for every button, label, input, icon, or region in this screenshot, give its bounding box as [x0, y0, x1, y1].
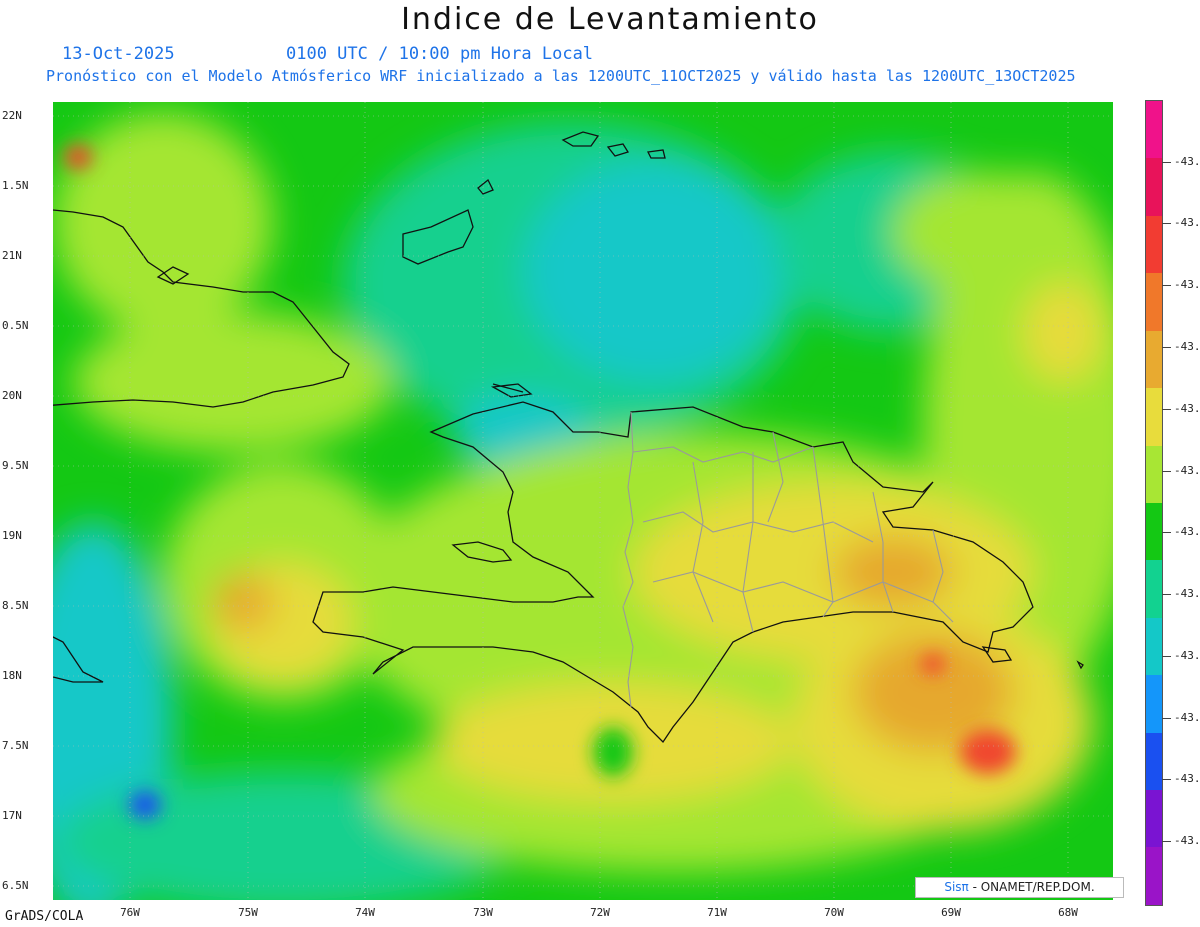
lat-label: 22N [2, 109, 22, 122]
lifted-index-map [53, 102, 1113, 900]
field-lime-cuba [73, 312, 393, 452]
colorbar-label: -43.5 [1174, 464, 1200, 477]
field-orange-sw [213, 574, 273, 630]
colorbar-segment [1146, 617, 1162, 676]
colorbar-tick [1162, 471, 1171, 472]
colorbar-segment [1146, 330, 1162, 389]
colorbar-tick [1162, 162, 1171, 163]
forecast-date: 13-Oct-2025 [62, 44, 175, 64]
lat-label: 19N [2, 529, 22, 542]
lon-label: 72W [590, 906, 610, 919]
field-cyan-north [523, 162, 783, 382]
lat-label: 0.5N [2, 319, 29, 332]
colorbar-label: -43.7 [1174, 772, 1200, 785]
lat-label: 18N [2, 669, 22, 682]
lat-label: 21N [2, 249, 22, 262]
sis-logo: Sisπ [944, 880, 969, 894]
lon-label: 70W [824, 906, 844, 919]
credit-text: - ONAMET/REP.DOM. [968, 880, 1095, 894]
colorbar-segment [1146, 101, 1162, 159]
colorbar-segment [1146, 675, 1162, 733]
colorbar-segment [1146, 847, 1162, 905]
lon-label: 76W [120, 906, 140, 919]
field-yellow-east [1023, 282, 1103, 382]
field-red-e [921, 654, 945, 674]
colorbar-tick [1162, 718, 1171, 719]
colorbar-segment [1146, 273, 1162, 331]
colorbar-tick [1162, 779, 1171, 780]
credit-box: Sisπ - ONAMET/REP.DOM. [915, 877, 1124, 898]
colorbar-segment [1146, 790, 1162, 848]
colorbar-tick [1162, 532, 1171, 533]
colorbar-segment [1146, 560, 1162, 618]
colorbar-label: -43.5 [1174, 525, 1200, 538]
lon-label: 69W [941, 906, 961, 919]
colorbar-label: -43.4 [1174, 340, 1200, 353]
lon-label: 74W [355, 906, 375, 919]
lat-label: 7.5N [2, 739, 29, 752]
colorbar-label: -43.6 [1174, 587, 1200, 600]
colorbar-tick [1162, 656, 1171, 657]
colorbar-label: -43.7 [1174, 711, 1200, 724]
colorbar-tick [1162, 594, 1171, 595]
field-blue-spot [129, 791, 161, 819]
colorbar-tick [1162, 223, 1171, 224]
field-red-nw [64, 145, 92, 169]
lat-label: 20N [2, 389, 22, 402]
field-red-se [960, 730, 1016, 774]
colorbar-segment [1146, 502, 1162, 561]
colorbar-tick [1162, 347, 1171, 348]
colorbar-segment [1146, 732, 1162, 791]
colorbar [1145, 100, 1163, 906]
colorbar-tick [1162, 409, 1171, 410]
field-lime-ne [893, 172, 1073, 292]
lat-label: 9.5N [2, 459, 29, 472]
colorbar-segment [1146, 215, 1162, 274]
colorbar-label: -43.3 [1174, 278, 1200, 291]
colorbar-segment [1146, 445, 1162, 503]
lon-label: 71W [707, 906, 727, 919]
grads-label: GrADS/COLA [5, 909, 84, 924]
colorbar-label: -43.6 [1174, 649, 1200, 662]
lat-label: 1.5N [2, 179, 29, 192]
lon-label: 73W [473, 906, 493, 919]
forecast-time: 0100 UTC / 10:00 pm Hora Local [286, 44, 594, 64]
lat-label: 8.5N [2, 599, 29, 612]
lon-label: 75W [238, 906, 258, 919]
field-green-spot [593, 727, 633, 777]
colorbar-segment [1146, 388, 1162, 446]
colorbar-tick [1162, 285, 1171, 286]
lat-label: 6.5N [2, 879, 29, 892]
colorbar-label: -43.8 [1174, 834, 1200, 847]
field-lime-nw [53, 112, 273, 332]
lon-label: 68W [1058, 906, 1078, 919]
colorbar-tick [1162, 841, 1171, 842]
lat-label: 17N [2, 809, 22, 822]
colorbar-label: -43.3 [1174, 216, 1200, 229]
colorbar-label: -43.2 [1174, 155, 1200, 168]
forecast-subtitle: Pronóstico con el Modelo Atmósferico WRF… [46, 67, 1076, 85]
colorbar-segment [1146, 158, 1162, 216]
colorbar-label: -43.4 [1174, 402, 1200, 415]
map-title: Indice de Levantamiento [401, 2, 819, 37]
